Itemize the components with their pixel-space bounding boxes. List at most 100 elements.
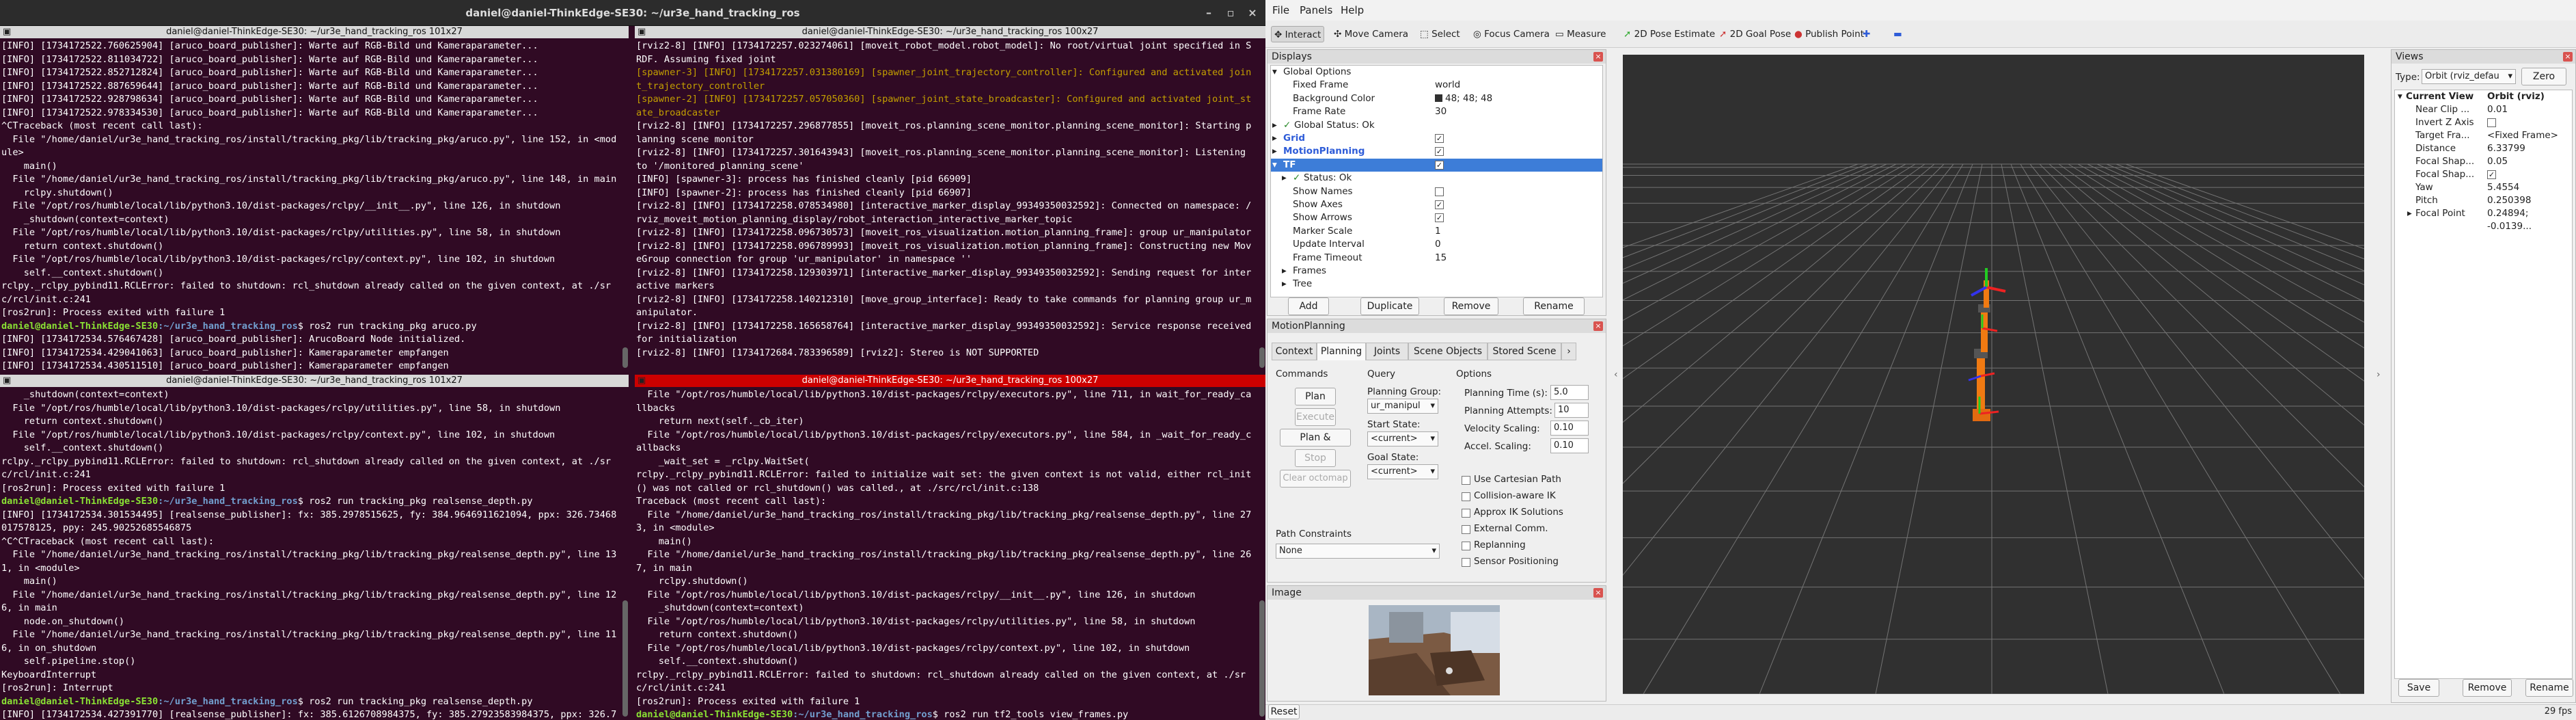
- planning-group-select[interactable]: ur_manipul ▾: [1367, 399, 1438, 414]
- scrollbar[interactable]: [1259, 600, 1265, 717]
- tool-select[interactable]: ⬚ Select: [1417, 26, 1463, 42]
- checkbox[interactable]: ✓: [1435, 160, 1444, 170]
- view-type-select[interactable]: Orbit (rviz_defau ▾: [2422, 69, 2516, 84]
- display-row[interactable]: Fixed Frame world: [1271, 79, 1602, 92]
- display-row[interactable]: Show Names: [1271, 185, 1602, 198]
- 3d-viewport[interactable]: [1623, 55, 2364, 694]
- terminal-pane-top-left[interactable]: ▣ daniel@daniel-ThinkEdge-SE30: ~/ur3e_ha…: [0, 26, 629, 373]
- display-row[interactable]: ▸ ✓ Global Status: Ok: [1271, 119, 1602, 132]
- maximize-icon[interactable]: ▫: [1224, 7, 1237, 19]
- tab-joints[interactable]: Joints: [1366, 343, 1408, 360]
- planning-attempts-input[interactable]: 10: [1554, 403, 1589, 418]
- planning-time-input[interactable]: 5.0: [1550, 385, 1589, 400]
- tab-scroll-right-icon[interactable]: ›: [1561, 343, 1576, 360]
- view-property-row[interactable]: Pitch 0.250398: [2395, 194, 2572, 207]
- option-checkbox[interactable]: [1462, 542, 1470, 550]
- views-tree[interactable]: ▾ Current View Orbit (rviz) Near Clip ... 0.…: [2394, 90, 2573, 679]
- add-tool-icon[interactable]: ✚: [1860, 26, 1873, 42]
- plan-button[interactable]: Plan: [1295, 388, 1336, 405]
- checkbox[interactable]: ✓: [1435, 147, 1444, 157]
- close-icon[interactable]: ×: [1246, 7, 1259, 19]
- execute-button[interactable]: Execute: [1295, 408, 1336, 426]
- menu-panels[interactable]: Panels: [1300, 4, 1332, 16]
- view-property-row[interactable]: Invert Z Axis: [2395, 116, 2572, 129]
- remove-tool-icon[interactable]: ▬: [1891, 26, 1905, 42]
- display-row[interactable]: Marker Scale 1: [1271, 225, 1602, 238]
- pane-close-icon[interactable]: ▣: [3, 26, 11, 38]
- view-property-row[interactable]: ▾ Current View Orbit (rviz): [2395, 90, 2572, 103]
- tool-pose-estimate[interactable]: ➚ 2D Pose Estimate: [1621, 26, 1718, 42]
- reset-button[interactable]: Reset: [1268, 704, 1300, 719]
- expand-icon[interactable]: ▸: [1282, 172, 1287, 185]
- display-row[interactable]: ▸ ✓ Status: Ok: [1271, 172, 1602, 185]
- display-row[interactable]: Show Arrows ✓: [1271, 211, 1602, 224]
- option-checkbox[interactable]: [1462, 525, 1470, 534]
- pane-close-icon[interactable]: ▣: [3, 375, 11, 387]
- tool-move-camera[interactable]: ✣ Move Camera: [1331, 26, 1411, 42]
- display-row[interactable]: ▸ MotionPlanning ✓: [1271, 145, 1602, 158]
- tool-measure[interactable]: ▭ Measure: [1552, 26, 1608, 42]
- rename-view-button[interactable]: Rename: [2525, 679, 2573, 697]
- goal-state-select[interactable]: <current> ▾: [1367, 464, 1438, 479]
- display-row[interactable]: ▸ Grid ✓: [1271, 132, 1602, 145]
- display-row[interactable]: Frame Rate 30: [1271, 105, 1602, 118]
- close-icon[interactable]: ×: [1593, 588, 1603, 598]
- plan-execute-button[interactable]: Plan & Execute: [1280, 429, 1351, 459]
- menu-file[interactable]: File: [1272, 4, 1289, 16]
- terminal-pane-bottom-right[interactable]: ▣ daniel@daniel-ThinkEdge-SE30: ~/ur3e_ha…: [635, 375, 1265, 720]
- remove-view-button[interactable]: Remove: [2463, 679, 2512, 697]
- expand-icon[interactable]: ▸: [1272, 132, 1277, 145]
- scrollbar[interactable]: [622, 600, 628, 717]
- stop-button[interactable]: Stop: [1295, 449, 1336, 467]
- terminal-pane-top-right[interactable]: ▣ daniel@daniel-ThinkEdge-SE30: ~/ur3e_ha…: [635, 26, 1265, 373]
- duplicate-display-button[interactable]: Duplicate: [1360, 297, 1419, 315]
- tool-interact[interactable]: ✥ Interact: [1271, 26, 1325, 42]
- tool-publish-point[interactable]: ● Publish Point: [1792, 26, 1867, 42]
- tab-scene-objects[interactable]: Scene Objects: [1408, 343, 1488, 360]
- tab-stored-scene[interactable]: Stored Scene: [1488, 343, 1561, 360]
- checkbox[interactable]: ✓: [1435, 200, 1444, 209]
- view-property-row[interactable]: Focal Shap... ✓: [2395, 168, 2572, 181]
- tab-planning[interactable]: Planning: [1317, 343, 1366, 360]
- view-property-row[interactable]: Distance 6.33799: [2395, 142, 2572, 155]
- remove-display-button[interactable]: Remove: [1444, 297, 1498, 315]
- collapse-left-icon[interactable]: ‹: [1614, 369, 1618, 380]
- expand-icon[interactable]: ▸: [1282, 278, 1287, 291]
- checkbox[interactable]: ✓: [1435, 134, 1444, 143]
- minimize-icon[interactable]: –: [1203, 7, 1215, 19]
- checkbox[interactable]: [1435, 187, 1444, 196]
- collapse-right-icon[interactable]: ›: [2376, 369, 2381, 380]
- display-row[interactable]: Show Axes ✓: [1271, 198, 1602, 211]
- view-property-row[interactable]: Target Fra... <Fixed Frame>: [2395, 129, 2572, 142]
- option-checkbox[interactable]: [1462, 509, 1470, 518]
- pane-close-icon[interactable]: ▣: [638, 375, 646, 387]
- display-row[interactable]: Background Color 48; 48; 48: [1271, 92, 1602, 105]
- accel-scaling-input[interactable]: 0.10: [1550, 438, 1589, 453]
- expand-icon[interactable]: ▸: [1272, 119, 1277, 132]
- add-display-button[interactable]: Add: [1288, 297, 1329, 315]
- close-icon[interactable]: ×: [1593, 321, 1603, 331]
- display-row[interactable]: ▸ Frames: [1271, 265, 1602, 278]
- view-property-row[interactable]: Focal Shap... 0.05: [2395, 155, 2572, 168]
- close-icon[interactable]: ×: [2563, 52, 2573, 62]
- display-row[interactable]: ▸ Tree: [1271, 278, 1602, 291]
- close-icon[interactable]: ×: [1593, 52, 1603, 62]
- display-row[interactable]: Frame Timeout 15: [1271, 252, 1602, 265]
- checkbox[interactable]: ✓: [1435, 213, 1444, 223]
- pane-close-icon[interactable]: ▣: [638, 26, 646, 38]
- terminal-pane-bottom-left[interactable]: ▣ daniel@daniel-ThinkEdge-SE30: ~/ur3e_ha…: [0, 375, 629, 720]
- velocity-scaling-input[interactable]: 0.10: [1550, 421, 1589, 436]
- clear-octomap-button[interactable]: Clear octomap: [1280, 470, 1351, 488]
- expand-icon[interactable]: ▾: [1272, 66, 1277, 79]
- expand-icon[interactable]: ▸: [1282, 265, 1287, 278]
- view-property-row[interactable]: Yaw 5.4554: [2395, 181, 2572, 194]
- tool-focus-camera[interactable]: ◎ Focus Camera: [1470, 26, 1552, 42]
- option-checkbox[interactable]: [1462, 492, 1470, 501]
- rename-display-button[interactable]: Rename: [1523, 297, 1585, 315]
- start-state-select[interactable]: <current> ▾: [1367, 431, 1438, 446]
- displays-tree[interactable]: ▾ Global Options Fixed Frame world Backgroun…: [1270, 65, 1603, 297]
- tab-context[interactable]: Context: [1272, 343, 1317, 360]
- scrollbar[interactable]: [1259, 347, 1265, 368]
- display-row[interactable]: Update Interval 0: [1271, 238, 1602, 251]
- display-row[interactable]: ▾ Global Options: [1271, 66, 1602, 79]
